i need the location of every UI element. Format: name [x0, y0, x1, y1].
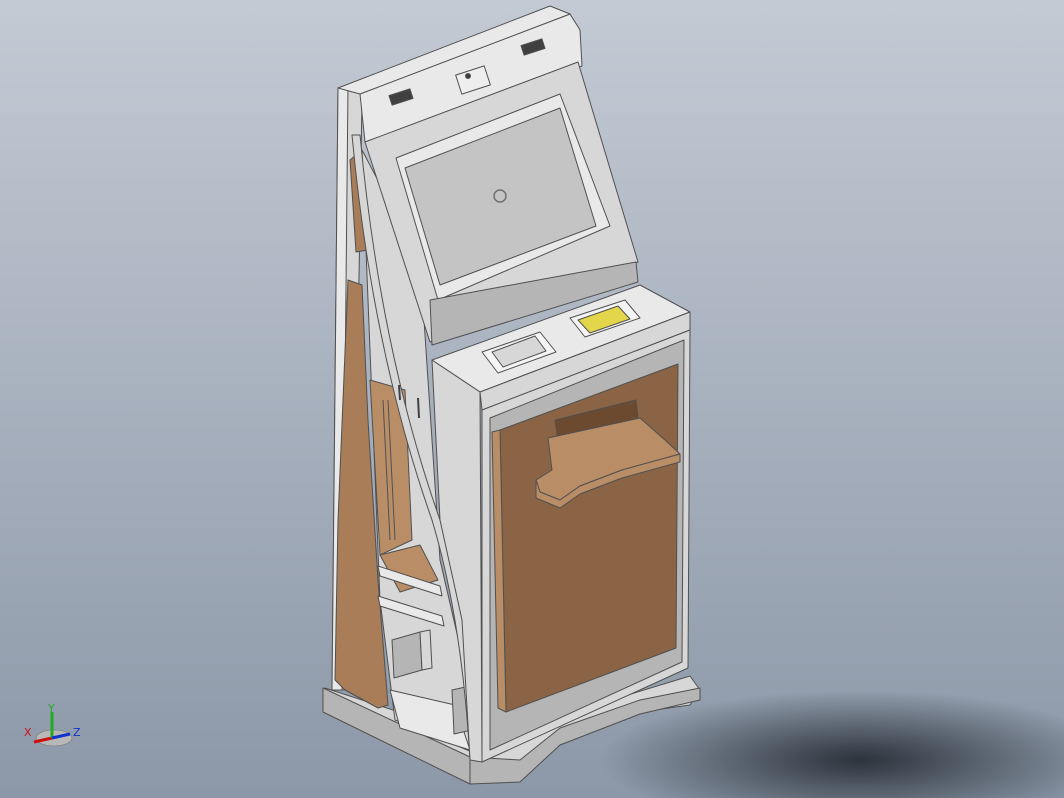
camera-icon [465, 73, 471, 79]
triad-x-label: X [24, 726, 32, 739]
triad-z-label: Z [73, 726, 81, 739]
interior-bracket-face [419, 629, 433, 671]
cad-viewport[interactable]: X Y Z [0, 0, 1064, 798]
side-latch [417, 397, 420, 419]
triad-y-label: Y [47, 702, 55, 715]
side-latch-2 [398, 384, 401, 401]
interior-bracket [391, 631, 423, 679]
